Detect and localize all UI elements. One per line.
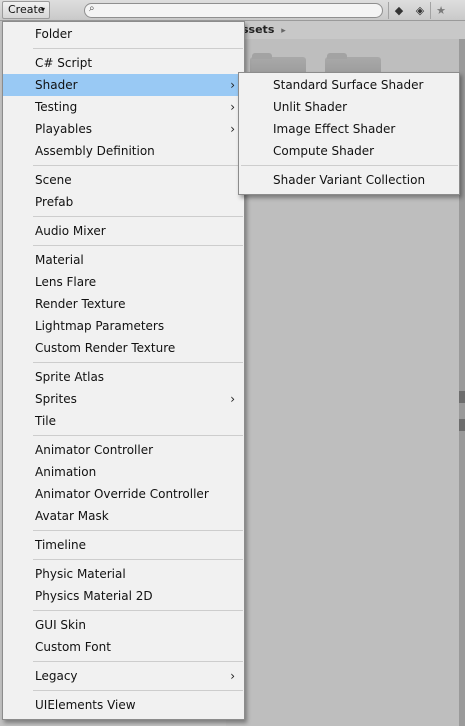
shader-submenu-item-shader-variant-collection[interactable]: Shader Variant Collection <box>239 169 459 191</box>
menu-item-lightmap-parameters[interactable]: Lightmap Parameters <box>3 315 244 337</box>
menu-item-label: Physic Material <box>35 567 126 581</box>
menu-item-label: Material <box>35 253 84 267</box>
shader-submenu-item-unlit-shader[interactable]: Unlit Shader <box>239 96 459 118</box>
menu-item-label: Sprites <box>35 392 77 406</box>
menu-item-label: C# Script <box>35 56 93 70</box>
menu-item-label: Timeline <box>35 538 87 552</box>
breadcrumb-assets[interactable]: ssets <box>242 23 274 36</box>
menu-item-sprite-atlas[interactable]: Sprite Atlas <box>3 366 244 388</box>
menu-item-custom-font[interactable]: Custom Font <box>3 636 244 658</box>
menu-item-timeline[interactable]: Timeline <box>3 534 244 556</box>
chevron-right-icon: › <box>230 78 235 92</box>
menu-item-render-texture[interactable]: Render Texture <box>3 293 244 315</box>
chevron-right-icon: › <box>230 392 235 406</box>
shader-submenu-item-compute-shader[interactable]: Compute Shader <box>239 140 459 162</box>
menu-item-label: Sprite Atlas <box>35 370 105 384</box>
menu-item-lens-flare[interactable]: Lens Flare <box>3 271 244 293</box>
menu-item-label: Compute Shader <box>273 144 375 158</box>
menu-separator <box>33 530 243 531</box>
menu-item-label: Tile <box>35 414 57 428</box>
menu-separator <box>33 48 243 49</box>
menu-item-label: Lens Flare <box>35 275 97 289</box>
breadcrumb: ssets ▸ <box>226 21 465 39</box>
create-menu: Folder C# Script Shader › Testing › Playables ›… <box>2 21 245 720</box>
menu-separator <box>33 216 243 217</box>
chevron-right-icon: › <box>230 669 235 683</box>
menu-item-folder[interactable]: Folder <box>3 23 244 45</box>
menu-item-label: Testing <box>35 100 78 114</box>
menu-item-label: Shader <box>35 78 78 92</box>
menu-separator <box>33 610 243 611</box>
menu-item-label: Prefab <box>35 195 74 209</box>
menu-item-animator-controller[interactable]: Animator Controller <box>3 439 244 461</box>
menu-separator <box>241 165 458 166</box>
search-input[interactable]: ⌕ <box>84 3 383 18</box>
menu-separator <box>33 435 243 436</box>
filter-by-type-icon[interactable]: ◆ <box>390 2 408 19</box>
shader-submenu-item-image-effect-shader[interactable]: Image Effect Shader <box>239 118 459 140</box>
menu-item-label: Image Effect Shader <box>273 122 396 136</box>
menu-item-physics-material-2d[interactable]: Physics Material 2D <box>3 585 244 607</box>
shader-submenu: Standard Surface Shader Unlit Shader Image… <box>238 72 460 195</box>
menu-item-label: GUI Skin <box>35 618 86 632</box>
menu-item-gui-skin[interactable]: GUI Skin <box>3 614 244 636</box>
menu-item-legacy[interactable]: Legacy › <box>3 665 244 687</box>
menu-item-label: Physics Material 2D <box>35 589 153 603</box>
menu-item-label: Custom Render Texture <box>35 341 176 355</box>
menu-item-label: Unlit Shader <box>273 100 348 114</box>
toolbar-divider <box>430 2 431 19</box>
create-button-label: Create <box>8 3 45 16</box>
menu-item-sprites[interactable]: Sprites › <box>3 388 244 410</box>
menu-item-label: Audio Mixer <box>35 224 106 238</box>
menu-item-label: UIElements View <box>35 698 136 712</box>
menu-item-c-script[interactable]: C# Script <box>3 52 244 74</box>
menu-item-scene[interactable]: Scene <box>3 169 244 191</box>
menu-separator <box>33 245 243 246</box>
menu-separator <box>33 362 243 363</box>
menu-item-label: Custom Font <box>35 640 111 654</box>
menu-item-audio-mixer[interactable]: Audio Mixer <box>3 220 244 242</box>
menu-item-testing[interactable]: Testing › <box>3 96 244 118</box>
menu-item-uielements-view[interactable]: UIElements View <box>3 694 244 716</box>
menu-item-prefab[interactable]: Prefab <box>3 191 244 213</box>
menu-item-label: Shader Variant Collection <box>273 173 426 187</box>
menu-item-label: Legacy <box>35 669 78 683</box>
menu-item-label: Standard Surface Shader <box>273 78 424 92</box>
menu-item-label: Animator Controller <box>35 443 154 457</box>
menu-item-label: Animator Override Controller <box>35 487 209 501</box>
favorite-star-icon[interactable]: ★ <box>432 2 450 19</box>
breadcrumb-arrow-icon: ▸ <box>281 26 286 36</box>
menu-item-label: Lightmap Parameters <box>35 319 165 333</box>
menu-item-shader[interactable]: Shader › <box>3 74 244 96</box>
menu-separator <box>33 690 243 691</box>
menu-item-animator-override-controller[interactable]: Animator Override Controller <box>3 483 244 505</box>
menu-separator <box>33 559 243 560</box>
menu-item-label: Animation <box>35 465 97 479</box>
menu-separator <box>33 165 243 166</box>
chevron-right-icon: › <box>230 122 235 136</box>
menu-item-label: Assembly Definition <box>35 144 155 158</box>
chevron-right-icon: › <box>230 100 235 114</box>
menu-item-label: Avatar Mask <box>35 509 109 523</box>
menu-item-avatar-mask[interactable]: Avatar Mask <box>3 505 244 527</box>
menu-item-playables[interactable]: Playables › <box>3 118 244 140</box>
create-dropdown-button[interactable]: Create ▾ <box>2 1 50 19</box>
menu-item-label: Playables <box>35 122 92 136</box>
menu-item-label: Folder <box>35 27 73 41</box>
menu-item-animation[interactable]: Animation <box>3 461 244 483</box>
toolbar-divider <box>388 2 389 19</box>
project-toolbar: Create ▾ ⌕ ◆ ◈ ★ <box>0 0 465 21</box>
shader-submenu-item-standard-surface-shader[interactable]: Standard Surface Shader <box>239 74 459 96</box>
menu-item-custom-render-texture[interactable]: Custom Render Texture <box>3 337 244 359</box>
menu-separator <box>33 661 243 662</box>
label-icon[interactable]: ◈ <box>411 2 429 19</box>
menu-item-material[interactable]: Material <box>3 249 244 271</box>
menu-item-assembly-definition[interactable]: Assembly Definition <box>3 140 244 162</box>
menu-item-tile[interactable]: Tile <box>3 410 244 432</box>
search-icon: ⌕ <box>89 3 95 14</box>
menu-item-label: Render Texture <box>35 297 126 311</box>
chevron-down-icon: ▾ <box>40 5 45 14</box>
menu-item-label: Scene <box>35 173 72 187</box>
menu-item-physic-material[interactable]: Physic Material <box>3 563 244 585</box>
